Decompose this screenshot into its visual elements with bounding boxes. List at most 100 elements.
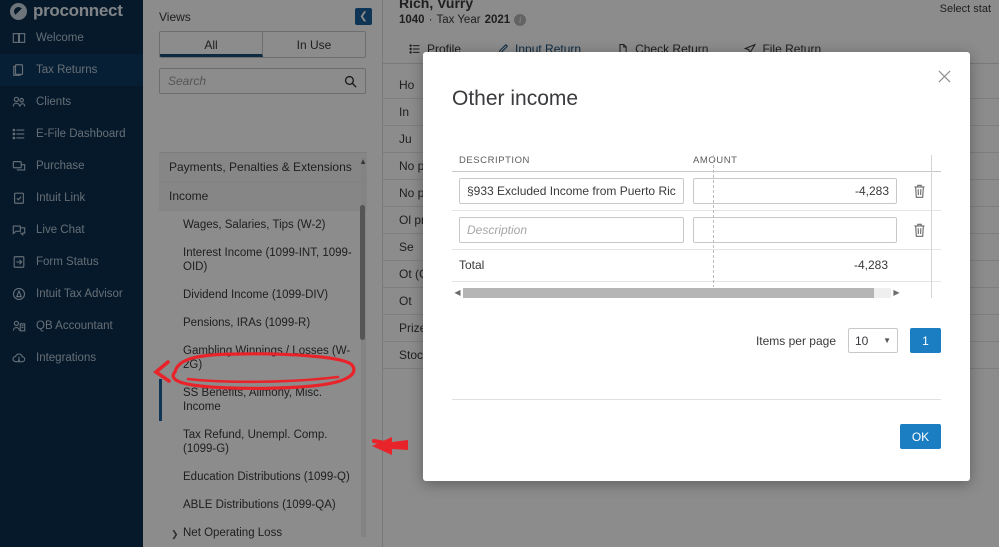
clipboard-icon: [12, 191, 26, 205]
views-list-scroll-thumb[interactable]: [360, 205, 365, 340]
items-per-page-value: 10: [855, 333, 869, 348]
ok-button[interactable]: OK: [900, 424, 941, 449]
grid-row: [452, 172, 941, 211]
scroll-right-arrow-icon[interactable]: ▶: [891, 288, 902, 297]
nav-item-clients[interactable]: Clients: [0, 86, 143, 118]
nav-item-welcome[interactable]: Welcome: [0, 22, 143, 54]
views-header: Views ❮: [143, 0, 382, 29]
views-list-item[interactable]: Payments, Penalties & Extensions: [159, 153, 367, 182]
people-icon: [12, 95, 26, 109]
views-filter-in-use[interactable]: In Use: [263, 32, 365, 57]
nav-item-label: Live Chat: [36, 224, 85, 236]
brand-logo: proconnect: [0, 0, 143, 22]
tax-year-label: Tax Year: [436, 14, 481, 26]
profile-icon: [409, 43, 421, 55]
nav-item-intuit-tax-advisor[interactable]: Intuit Tax Advisor: [0, 278, 143, 310]
views-list-item-label: Tax Refund, Unempl. Comp. (1099-G): [183, 429, 328, 455]
client-header: Rich, Vurry 1040 · Tax Year 2021 i Selec…: [383, 0, 999, 26]
scroll-up-arrow-icon[interactable]: ▲: [359, 157, 367, 166]
page-number-button[interactable]: 1: [910, 328, 941, 353]
trash-icon[interactable]: [912, 222, 927, 238]
nav-item-tax-returns[interactable]: Tax Returns: [0, 54, 143, 86]
info-icon[interactable]: i: [514, 14, 527, 26]
column-header-actions: [897, 155, 941, 166]
views-list-item-label: SS Benefits, Alimony, Misc. Income: [183, 387, 323, 413]
grid-cell-amount: [684, 178, 897, 204]
action-column-divider: [931, 155, 932, 298]
list-icon: [12, 127, 26, 141]
views-filter-segmented-control: All In Use: [159, 31, 366, 58]
cloud-icon: [12, 351, 26, 365]
grid-header-row: DESCRIPTION AMOUNT: [452, 155, 941, 172]
views-list-item[interactable]: ❯ Net Operating Loss: [159, 519, 367, 547]
views-list-item[interactable]: Education Distributions (1099-Q): [159, 463, 367, 491]
nav-item-purchase[interactable]: Purchase: [0, 150, 143, 182]
views-list-item-label: Wages, Salaries, Tips (W-2): [183, 219, 326, 231]
views-list-item[interactable]: Wages, Salaries, Tips (W-2): [159, 211, 367, 239]
amount-input[interactable]: [693, 178, 897, 204]
views-list[interactable]: Payments, Penalties & Extensions Income Wa…: [159, 152, 367, 547]
search-icon[interactable]: [344, 75, 357, 88]
grid-hscroll-track[interactable]: [463, 287, 891, 298]
grid-cell-description: [452, 217, 684, 243]
brand-name: proconnect: [33, 1, 123, 20]
views-list-item-label: Interest Income (1099-INT, 1099-OID): [183, 247, 352, 273]
nav-item-e-file-dashboard[interactable]: E-File Dashboard: [0, 118, 143, 150]
nav-item-intuit-link[interactable]: Intuit Link: [0, 182, 143, 214]
amount-input[interactable]: [693, 217, 897, 243]
views-list-item[interactable]: Tax Refund, Unempl. Comp. (1099-G): [159, 421, 367, 463]
views-list-item-label: ABLE Distributions (1099-QA): [183, 499, 336, 511]
nav-item-integrations[interactable]: Integrations: [0, 342, 143, 374]
trash-icon[interactable]: [912, 183, 927, 199]
views-list-item[interactable]: Income: [159, 182, 367, 211]
description-input[interactable]: [459, 178, 684, 204]
chevron-right-icon[interactable]: ❯: [171, 527, 179, 541]
views-list-item[interactable]: Gambling Winnings / Losses (W-2G): [159, 337, 367, 379]
views-list-item[interactable]: SS Benefits, Alimony, Misc. Income: [159, 379, 367, 421]
modal-title: Other income: [452, 87, 579, 110]
views-list-scrollbar[interactable]: [360, 157, 366, 537]
chevron-down-icon: ▼: [883, 336, 891, 345]
grid-hscroll-thumb[interactable]: [463, 287, 874, 298]
scroll-left-arrow-icon[interactable]: ◀: [452, 288, 463, 297]
nav-item-label: Purchase: [36, 160, 85, 172]
views-list-item[interactable]: Interest Income (1099-INT, 1099-OID): [159, 239, 367, 281]
column-header-amount: AMOUNT: [693, 155, 738, 166]
views-list-item-label: Gambling Winnings / Losses (W-2G): [183, 345, 351, 371]
nav-item-label: Integrations: [36, 352, 97, 364]
views-list-item-label: Payments, Penalties & Extensions: [169, 160, 352, 174]
items-per-page-select[interactable]: 10 ▼: [848, 328, 898, 353]
views-list-item[interactable]: ABLE Distributions (1099-QA): [159, 491, 367, 519]
views-filter-all[interactable]: All: [160, 32, 263, 57]
description-input[interactable]: [459, 217, 684, 243]
grid-cell-actions: [897, 183, 941, 199]
views-list-item-label: Dividend Income (1099-DIV): [183, 289, 329, 301]
grid-cell-description: [452, 178, 684, 204]
nav-item-live-chat[interactable]: Live Chat: [0, 214, 143, 246]
nav-item-label: QB Accountant: [36, 320, 113, 332]
other-income-modal: Other income DESCRIPTION AMOUNT Total -4…: [423, 52, 970, 481]
nav-item-label: Welcome: [36, 32, 84, 44]
chat-icon: [12, 223, 26, 237]
nav-item-qb-accountant[interactable]: QB Accountant: [0, 310, 143, 342]
chevron-left-icon[interactable]: ❮: [355, 8, 372, 25]
meta-separator: ·: [428, 14, 433, 26]
views-list-item[interactable]: Dividend Income (1099-DIV): [159, 281, 367, 309]
total-value: -4,283: [853, 258, 888, 272]
nav-item-form-status[interactable]: Form Status: [0, 246, 143, 278]
grid-row: [452, 211, 941, 250]
tax-year-value: 2021: [484, 14, 511, 26]
views-title: Views: [159, 9, 191, 24]
nav-item-label: Tax Returns: [36, 64, 98, 76]
select-status-label[interactable]: Select stat: [940, 3, 991, 15]
nav-item-label: Intuit Link: [36, 192, 86, 204]
form-status-icon: [12, 255, 26, 269]
grid-total-row: Total -4,283: [452, 250, 941, 282]
book-icon: [12, 31, 26, 45]
views-list-item[interactable]: Pensions, IRAs (1099-R): [159, 309, 367, 337]
close-icon[interactable]: [934, 66, 954, 86]
grid-horizontal-scrollbar[interactable]: ◀ ▶: [452, 287, 902, 298]
search-input[interactable]: [168, 74, 344, 88]
client-name: Rich, Vurry: [399, 0, 474, 11]
views-search-box: [159, 68, 366, 94]
